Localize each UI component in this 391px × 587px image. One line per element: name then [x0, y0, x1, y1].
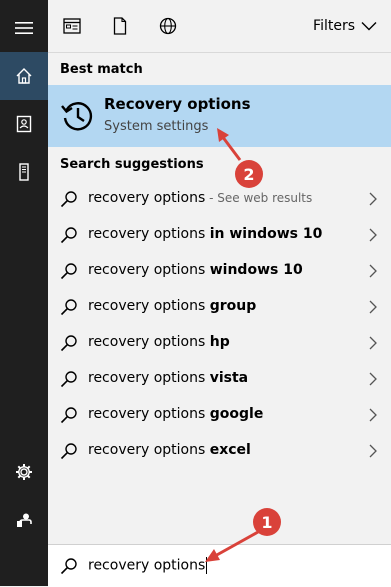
annotation-overlay	[205, 128, 259, 562]
annotation-arrow-1	[205, 530, 259, 562]
annotation-arrow-2	[217, 128, 242, 161]
annotation-badge-1: 1	[253, 508, 281, 536]
annotation-badge-2: 2	[235, 160, 263, 188]
